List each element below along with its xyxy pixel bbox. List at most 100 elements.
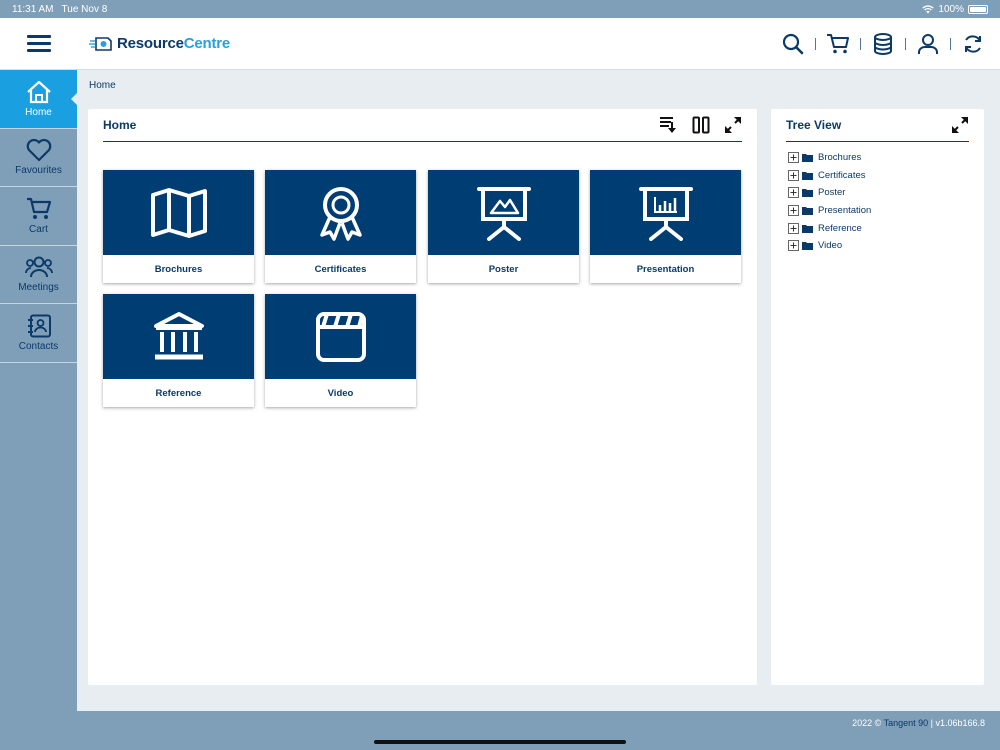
tile-art: [590, 170, 741, 255]
folder-icon: [802, 224, 813, 233]
tree-item-reference[interactable]: Reference: [788, 219, 871, 237]
panel-title: Tree View: [786, 118, 842, 132]
tree-view-panel: Tree View Brochures Certificates Poster …: [771, 109, 984, 685]
menu-button[interactable]: [27, 31, 51, 56]
tile-brochures[interactable]: Brochures: [103, 170, 254, 283]
database-button[interactable]: [870, 31, 896, 57]
tile-art: [265, 170, 416, 255]
contacts-icon: [27, 314, 51, 338]
expand-plus-icon[interactable]: [788, 222, 799, 234]
database-icon: [874, 32, 892, 55]
folder-icon: [802, 189, 813, 198]
status-date: Tue Nov 8: [61, 3, 108, 15]
expand-button[interactable]: [951, 116, 969, 134]
sidebar-item-label: Meetings: [18, 282, 59, 294]
tile-art: [428, 170, 579, 255]
tile-art: [103, 294, 254, 379]
award-icon: [319, 186, 362, 241]
home-indicator[interactable]: [374, 740, 626, 744]
sync-icon: [965, 34, 981, 53]
sidebar-item-label: Favourites: [15, 165, 62, 177]
tree-item-label: Presentation: [818, 205, 872, 217]
heart-icon: [26, 139, 51, 162]
profile-button[interactable]: [915, 31, 941, 57]
sidebar-item-contacts[interactable]: Contacts: [0, 304, 77, 363]
tile-art: [265, 294, 416, 379]
tile-label: Reference: [155, 387, 202, 399]
tile-video[interactable]: Video: [265, 294, 416, 407]
folder-icon: [802, 171, 813, 180]
divider: [950, 37, 951, 50]
map-icon: [150, 187, 207, 238]
search-button[interactable]: [780, 31, 806, 57]
tile-poster[interactable]: Poster: [428, 170, 579, 283]
tile-label: Poster: [488, 263, 519, 275]
battery-icon: [968, 4, 988, 14]
expand-plus-icon[interactable]: [788, 240, 799, 252]
panel-header: Tree View: [786, 109, 969, 142]
expand-plus-icon[interactable]: [788, 187, 799, 199]
sort-button[interactable]: [660, 116, 678, 134]
home-panel: Home Brochures Certificates Poster Prese…: [88, 109, 757, 685]
expand-icon: [952, 117, 968, 133]
footer-version: | v1.06b166.8: [928, 718, 985, 728]
tile-reference[interactable]: Reference: [103, 294, 254, 407]
sidebar-item-home[interactable]: Home: [0, 70, 77, 129]
user-icon: [918, 33, 938, 54]
tile-label: Video: [327, 387, 354, 399]
home-icon: [26, 80, 51, 103]
tree-item-presentation[interactable]: Presentation: [788, 202, 871, 220]
cart-button[interactable]: [825, 31, 851, 57]
tile-art: [103, 170, 254, 255]
tile-label: Presentation: [636, 263, 695, 275]
logo-text: ResourceCentre: [117, 35, 230, 52]
tile-presentation[interactable]: Presentation: [590, 170, 741, 283]
expand-plus-icon[interactable]: [788, 152, 799, 164]
footer-text: 2022 © Tangent 90 | v1.06b166.8: [852, 718, 985, 728]
footer-link[interactable]: Tangent 90: [884, 718, 929, 728]
tile-certificates[interactable]: Certificates: [265, 170, 416, 283]
folder-icon: [802, 154, 813, 163]
sync-button[interactable]: [960, 31, 986, 57]
cart-icon: [26, 197, 51, 219]
tree-item-certificates[interactable]: Certificates: [788, 167, 871, 185]
tree-item-label: Certificates: [818, 169, 866, 181]
tree-item-brochures[interactable]: Brochures: [788, 149, 871, 167]
split-view-button[interactable]: [692, 116, 710, 134]
expand-button[interactable]: [724, 116, 742, 134]
top-bar: ResourceCentre: [0, 18, 1000, 70]
footer-copyright: 2022 ©: [852, 718, 884, 728]
sidebar-item-meetings[interactable]: Meetings: [0, 246, 77, 304]
panel-tools: [660, 116, 742, 134]
search-icon: [782, 33, 804, 54]
tree-item-video[interactable]: Video: [788, 237, 871, 255]
folder-icon: [802, 242, 813, 251]
status-bar: 11:31 AM Tue Nov 8 100%: [0, 0, 1000, 18]
library-icon: [153, 311, 204, 359]
footer: 2022 © Tangent 90 | v1.06b166.8: [77, 711, 1000, 750]
expand-plus-icon[interactable]: [788, 169, 799, 181]
breadcrumb[interactable]: Home: [89, 80, 116, 91]
logo-icon: [89, 36, 112, 51]
panel-tools: [951, 116, 969, 134]
panel-header: Home: [103, 109, 742, 142]
sidebar: Home Favourites Cart Meetings Contacts: [0, 70, 77, 750]
sidebar-item-favourites[interactable]: Favourites: [0, 129, 77, 187]
sidebar-item-cart[interactable]: Cart: [0, 187, 77, 246]
sidebar-item-label: Home: [25, 106, 52, 118]
tile-label: Certificates: [314, 263, 367, 275]
status-time: 11:31 AM: [12, 3, 54, 15]
battery-percent: 100%: [938, 3, 964, 15]
expand-plus-icon[interactable]: [788, 205, 799, 217]
sidebar-item-label: Contacts: [18, 340, 59, 352]
tree-item-poster[interactable]: Poster: [788, 184, 871, 202]
video-clip-icon: [315, 311, 366, 362]
tile-label: Brochures: [154, 263, 203, 275]
divider: [815, 37, 816, 50]
panel-title: Home: [103, 118, 137, 132]
wifi-icon: [922, 4, 935, 13]
tree-list: Brochures Certificates Poster Presentati…: [788, 149, 871, 255]
top-actions: [780, 31, 986, 57]
columns-icon: [692, 116, 710, 134]
logo-text-main: Resource: [117, 35, 184, 52]
